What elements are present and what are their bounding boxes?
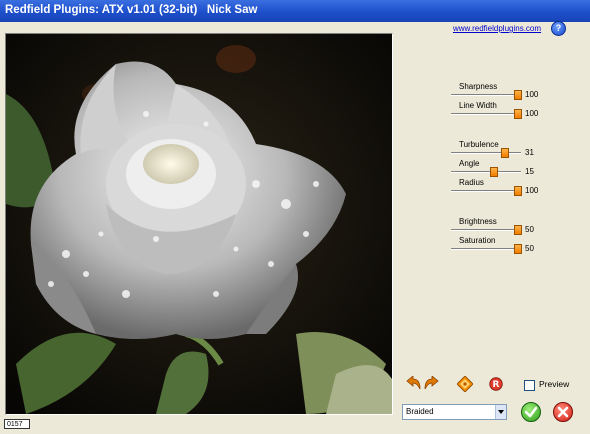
- slider-value-sharpness: 100: [525, 90, 539, 99]
- slider-thumb-line-width[interactable]: [514, 109, 522, 119]
- title-bar: Redfield Plugins: ATX v1.01 (32-bit) Nic…: [0, 0, 590, 22]
- slider-value-saturation: 50: [525, 244, 534, 253]
- undo-arrow-icon[interactable]: [406, 375, 422, 395]
- status-code: 0157: [4, 419, 30, 429]
- slider-track-line-width[interactable]: [451, 113, 521, 115]
- slider-value-angle: 15: [525, 167, 534, 176]
- slider-label-angle: Angle: [459, 159, 480, 168]
- slider-track-sharpness[interactable]: [451, 94, 521, 96]
- slider-track-brightness[interactable]: [451, 229, 521, 231]
- image-preview[interactable]: [5, 33, 393, 415]
- help-icon[interactable]: ?: [551, 21, 566, 36]
- slider-label-saturation: Saturation: [459, 236, 496, 245]
- svg-text:R: R: [493, 380, 500, 390]
- redo-arrow-icon[interactable]: [423, 375, 439, 395]
- slider-thumb-radius[interactable]: [514, 186, 522, 196]
- randomize-diamond-icon[interactable]: [456, 375, 474, 397]
- slider-value-line-width: 100: [525, 109, 539, 118]
- rose-image: [6, 34, 392, 414]
- ok-check-icon: [524, 406, 538, 418]
- slider-track-saturation[interactable]: [451, 248, 521, 250]
- slider-thumb-angle[interactable]: [490, 167, 498, 177]
- slider-track-angle[interactable]: [451, 171, 521, 173]
- slider-value-brightness: 50: [525, 225, 534, 234]
- slider-label-radius: Radius: [459, 178, 484, 187]
- reset-r-icon[interactable]: R: [489, 377, 503, 396]
- slider-track-turbulence[interactable]: [451, 152, 521, 154]
- slider-value-radius: 100: [525, 186, 539, 195]
- slider-label-line-width: Line Width: [459, 101, 497, 110]
- preview-checkbox-label: Preview: [539, 379, 570, 389]
- chevron-down-icon[interactable]: [495, 405, 506, 419]
- slider-thumb-sharpness[interactable]: [514, 90, 522, 100]
- ok-button[interactable]: [521, 402, 541, 422]
- slider-label-brightness: Brightness: [459, 217, 497, 226]
- slider-thumb-turbulence[interactable]: [501, 148, 509, 158]
- slider-label-sharpness: Sharpness: [459, 82, 498, 91]
- slider-value-turbulence: 31: [525, 148, 534, 157]
- window-title: Redfield Plugins: ATX v1.01 (32-bit) Nic…: [5, 4, 258, 16]
- slider-thumb-saturation[interactable]: [514, 244, 522, 254]
- cancel-x-icon: [557, 406, 569, 418]
- slider-label-turbulence: Turbulence: [459, 140, 499, 149]
- style-select-value: Braided: [406, 407, 434, 416]
- website-link[interactable]: www.redfieldplugins.com: [453, 24, 541, 33]
- preview-checkbox[interactable]: [524, 380, 535, 391]
- cancel-button[interactable]: [553, 402, 573, 422]
- slider-thumb-brightness[interactable]: [514, 225, 522, 235]
- style-select[interactable]: Braided: [402, 404, 507, 420]
- slider-track-radius[interactable]: [451, 190, 521, 192]
